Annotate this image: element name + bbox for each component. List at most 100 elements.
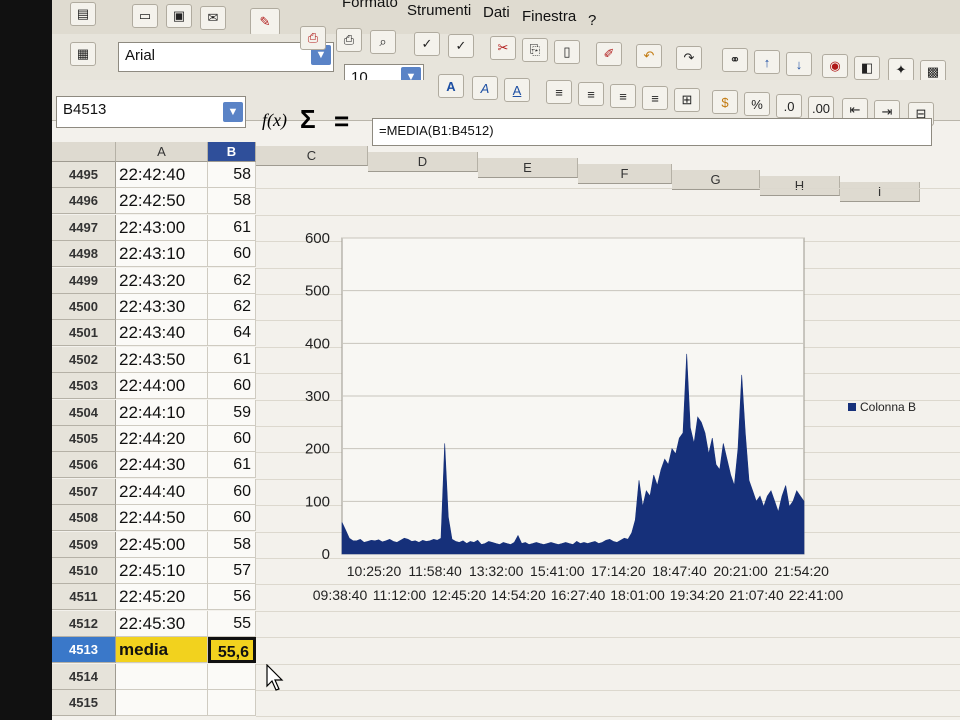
column-header-h[interactable]: H	[760, 176, 840, 196]
menu-formato[interactable]: Formato	[342, 0, 398, 11]
cell-b[interactable]: 60	[208, 373, 256, 400]
navigator-icon[interactable]: ✦	[888, 58, 914, 82]
styles-icon[interactable]: ▦	[70, 42, 96, 66]
cell-b[interactable]: 58	[208, 188, 256, 215]
sum-icon[interactable]: Σ	[300, 104, 316, 135]
cell-a[interactable]: 22:45:20	[116, 584, 208, 611]
spellcheck-icon[interactable]: ✓	[414, 32, 440, 56]
formula-input[interactable]: =MEDIA(B1:B4512)	[372, 118, 932, 146]
cell-a[interactable]: 22:43:20	[116, 267, 208, 294]
cell-a[interactable]	[116, 690, 208, 716]
row-header[interactable]: 4513	[52, 637, 116, 664]
cell-b[interactable]: 61	[208, 346, 256, 373]
cell-b[interactable]	[208, 690, 256, 716]
column-header-i[interactable]: I	[840, 182, 920, 202]
menu-strumenti[interactable]: Strumenti	[407, 2, 471, 19]
bold-icon[interactable]: A	[438, 74, 464, 98]
row-header[interactable]: 4511	[52, 584, 116, 611]
cell-a[interactable]: 22:45:10	[116, 558, 208, 584]
cell-a[interactable]: 22:42:50	[116, 188, 208, 215]
copy-icon[interactable]: ⎘	[522, 38, 548, 62]
cell-a[interactable]: 22:45:00	[116, 531, 208, 558]
select-all-corner[interactable]	[52, 142, 116, 162]
sort-ascending-icon[interactable]: ↑	[754, 50, 780, 74]
sort-descending-icon[interactable]: ↓	[786, 52, 812, 76]
pdf-export-icon[interactable]: ⎙	[300, 26, 326, 50]
cell-a[interactable]: 22:43:40	[116, 320, 208, 347]
cell-a[interactable]: 22:44:40	[116, 478, 208, 505]
column-header-a[interactable]: A	[116, 142, 208, 162]
column-header-d[interactable]: D	[368, 152, 478, 172]
row-header[interactable]: 4503	[52, 373, 116, 400]
cell-b[interactable]: 60	[208, 426, 256, 452]
row-header[interactable]: 4507	[52, 478, 116, 505]
row-header[interactable]: 4497	[52, 214, 116, 241]
cell-b[interactable]: 55,6	[208, 637, 256, 664]
row-header[interactable]: 4509	[52, 531, 116, 558]
merge-cells-icon[interactable]: ⊞	[674, 88, 700, 112]
align-center-icon[interactable]: ≡	[578, 82, 604, 106]
currency-icon[interactable]: $	[712, 90, 738, 114]
row-header[interactable]: 4514	[52, 663, 116, 690]
row-header[interactable]: 4508	[52, 505, 116, 532]
row-header[interactable]: 4500	[52, 294, 116, 320]
row-header[interactable]: 4510	[52, 558, 116, 584]
formula-equals-icon[interactable]: =	[334, 106, 349, 137]
print-icon[interactable]: ⎙	[336, 28, 362, 52]
row-header[interactable]: 4502	[52, 346, 116, 373]
row-header[interactable]: 4496	[52, 188, 116, 215]
autospellcheck-icon[interactable]: ✓	[448, 34, 474, 58]
row-header[interactable]: 4495	[52, 162, 116, 188]
insert-chart-icon[interactable]: ◉	[822, 54, 848, 78]
cell-a[interactable]: 22:44:20	[116, 426, 208, 452]
name-box[interactable]: B4513 ▼	[56, 96, 246, 128]
clone-format-icon[interactable]: ✐	[596, 42, 622, 66]
italic-icon[interactable]: A	[472, 76, 498, 100]
row-header[interactable]: 4506	[52, 452, 116, 479]
open-folder-icon[interactable]: ▭	[132, 4, 158, 28]
hyperlink-icon[interactable]: ⚭	[722, 48, 748, 72]
column-header-e[interactable]: E	[478, 158, 578, 178]
print-preview-icon[interactable]: ⌕	[370, 30, 396, 54]
column-header-g[interactable]: G	[672, 170, 760, 190]
cell-b[interactable]: 55	[208, 610, 256, 637]
cell-b[interactable]: 64	[208, 320, 256, 347]
row-header[interactable]: 4515	[52, 690, 116, 716]
column-header-c[interactable]: C	[256, 146, 368, 166]
cell-b[interactable]: 62	[208, 267, 256, 294]
cell-b[interactable]: 60	[208, 505, 256, 532]
row-header[interactable]: 4501	[52, 320, 116, 347]
cell-b[interactable]: 59	[208, 399, 256, 426]
cell-b[interactable]: 58	[208, 162, 256, 188]
cell-a[interactable]: 22:44:10	[116, 399, 208, 426]
cell-b[interactable]: 56	[208, 584, 256, 611]
cell-b[interactable]: 57	[208, 558, 256, 584]
cell-a[interactable]: 22:43:10	[116, 241, 208, 268]
cell-a[interactable]: 22:43:50	[116, 346, 208, 373]
paste-icon[interactable]: ▯	[554, 40, 580, 64]
column-header-b[interactable]: B	[208, 142, 256, 162]
new-document-icon[interactable]: ▤	[70, 2, 96, 26]
menu-help[interactable]: ?	[588, 12, 596, 29]
align-left-icon[interactable]: ≡	[546, 80, 572, 104]
cell-b[interactable]: 58	[208, 531, 256, 558]
cell-b[interactable]: 62	[208, 294, 256, 320]
cell-b[interactable]: 60	[208, 241, 256, 268]
edit-mode-icon[interactable]: ✎	[250, 8, 280, 36]
cell-a[interactable]: 22:43:30	[116, 294, 208, 320]
align-right-icon[interactable]: ≡	[610, 84, 636, 108]
column-header-f[interactable]: F	[578, 164, 672, 184]
email-icon[interactable]: ✉	[200, 6, 226, 30]
cell-b[interactable]	[208, 663, 256, 690]
cell-b[interactable]: 61	[208, 452, 256, 479]
row-header[interactable]: 4499	[52, 267, 116, 294]
chevron-down-icon[interactable]: ▼	[223, 102, 243, 122]
cell-a[interactable]	[116, 663, 208, 690]
cell-a[interactable]: 22:44:00	[116, 373, 208, 400]
undo-icon[interactable]: ↶	[636, 44, 662, 68]
row-header[interactable]: 4504	[52, 399, 116, 426]
remove-decimal-icon[interactable]: .00	[808, 96, 834, 120]
function-wizard-icon[interactable]: f(x)	[262, 110, 287, 131]
justify-icon[interactable]: ≡	[642, 86, 668, 110]
menu-dati[interactable]: Dati	[483, 4, 510, 21]
